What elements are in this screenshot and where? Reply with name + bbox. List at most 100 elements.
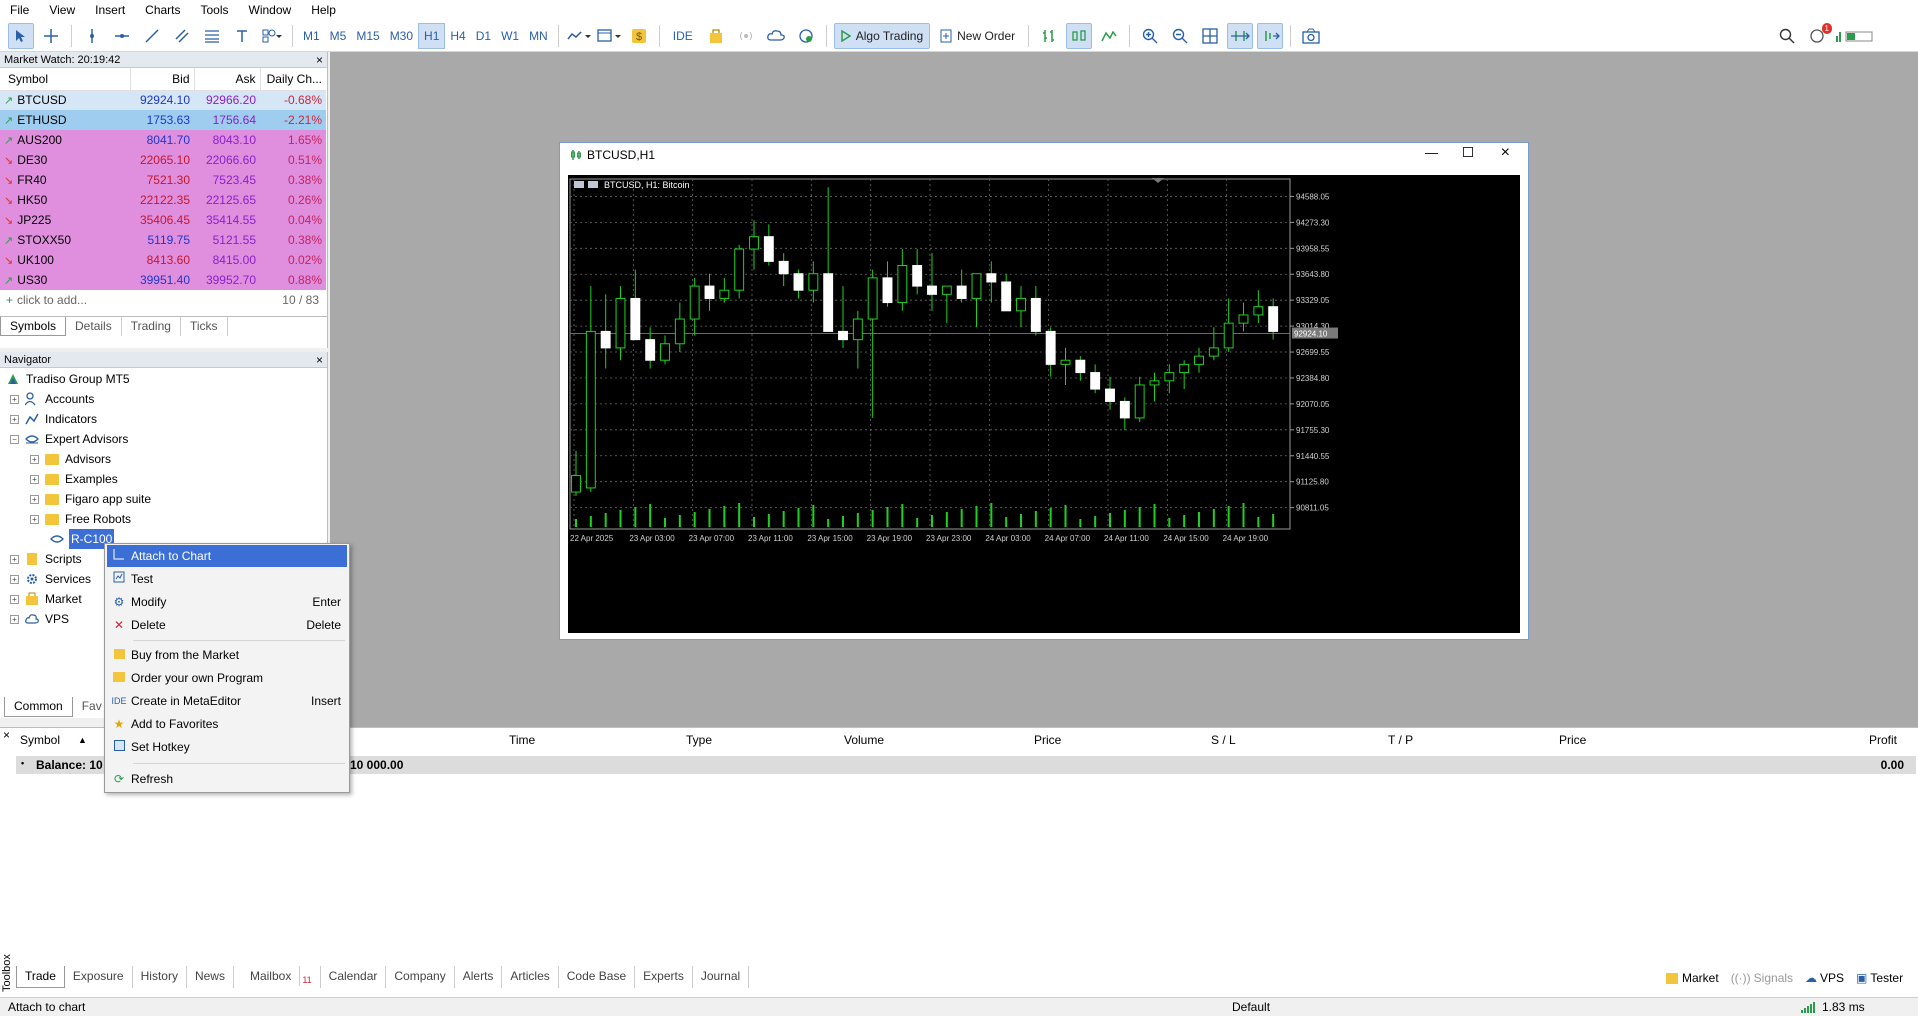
tab-calendar[interactable]: Calendar xyxy=(321,966,387,988)
column-header[interactable]: Symbol xyxy=(0,68,131,91)
add-symbol-row[interactable]: + click to add... 10 / 83 xyxy=(0,290,327,310)
channel-icon[interactable] xyxy=(169,23,195,49)
column-header[interactable]: Daily Ch... xyxy=(260,68,326,91)
expand-icon[interactable]: + xyxy=(30,454,39,464)
column-header[interactable]: Type xyxy=(686,733,712,747)
menu-item-test[interactable]: Test xyxy=(107,568,347,590)
tf-w1[interactable]: W1 xyxy=(496,23,524,49)
screenshot-icon[interactable] xyxy=(1298,23,1324,49)
close-icon[interactable]: × xyxy=(316,52,323,68)
signals-icon[interactable] xyxy=(733,23,759,49)
cloud-icon[interactable] xyxy=(763,23,789,49)
expand-icon[interactable]: + xyxy=(10,614,19,624)
chart-shift-icon[interactable] xyxy=(1257,22,1284,49)
vps-button[interactable]: ☁ VPS xyxy=(1805,971,1844,985)
column-header[interactable]: Time xyxy=(509,733,535,747)
table-row[interactable]: ↗ ETHUSD 1753.63 1756.64 -2.21% xyxy=(0,110,326,130)
line-chart-icon[interactable] xyxy=(1096,23,1122,49)
dollar-icon[interactable]: $ xyxy=(626,23,652,49)
nav-item-examples[interactable]: + Examples xyxy=(30,469,118,489)
tab-news[interactable]: News xyxy=(187,966,234,988)
new-order-button[interactable]: New Order xyxy=(934,23,1021,49)
menu-item-buy-from-market[interactable]: Buy from the Market xyxy=(107,644,347,666)
column-header[interactable]: Profit xyxy=(1869,733,1897,747)
table-row[interactable]: ↘ FR40 7521.30 7523.45 0.38% xyxy=(0,170,326,190)
tf-d1[interactable]: D1 xyxy=(471,23,496,49)
nav-item-advisors[interactable]: + Advisors xyxy=(30,449,111,469)
expand-icon[interactable]: + xyxy=(10,574,19,584)
close-icon[interactable]: × xyxy=(316,352,323,368)
menu-view[interactable]: View xyxy=(39,0,85,20)
expand-icon[interactable]: + xyxy=(30,494,39,504)
nav-item-indicators[interactable]: + Indicators xyxy=(10,409,97,429)
menu-item-set-hotkey[interactable]: Set Hotkey xyxy=(107,736,347,758)
menu-item-create-in-metaeditor[interactable]: IDE Create in MetaEditor Insert xyxy=(107,690,347,712)
collapse-icon[interactable]: − xyxy=(10,434,19,444)
expand-icon[interactable]: + xyxy=(10,594,19,604)
close-icon[interactable]: × xyxy=(1501,144,1510,162)
column-header[interactable]: Symbol xyxy=(20,733,60,747)
tab-ticks[interactable]: Ticks xyxy=(181,317,228,336)
table-row[interactable]: ↗ US30 39951.40 39952.70 0.88% xyxy=(0,270,326,290)
tab-common[interactable]: Common xyxy=(4,697,73,717)
nav-item-expert-advisors[interactable]: − Expert Advisors xyxy=(10,429,128,449)
vertical-line-icon[interactable] xyxy=(79,23,105,49)
nav-item-scripts[interactable]: + Scripts xyxy=(10,549,82,569)
expand-icon[interactable]: + xyxy=(30,514,39,524)
table-row[interactable]: ↘ JP225 35406.45 35414.55 0.04% xyxy=(0,210,326,230)
tab-articles[interactable]: Articles xyxy=(502,966,559,988)
menu-item-add-to-favorites[interactable]: ★ Add to Favorites xyxy=(107,713,347,735)
nav-item-figaro[interactable]: + Figaro app suite xyxy=(30,489,151,509)
algo-trading-button[interactable]: Algo Trading xyxy=(833,22,931,49)
tf-m5[interactable]: M5 xyxy=(325,23,352,49)
ide-button[interactable]: IDE xyxy=(667,23,699,49)
horizontal-line-icon[interactable] xyxy=(109,23,135,49)
table-row[interactable]: ↘ DE30 22065.10 22066.60 0.51% xyxy=(0,150,326,170)
indicators-icon[interactable] xyxy=(566,23,592,49)
tab-trade[interactable]: Trade xyxy=(16,966,65,988)
tab-symbols[interactable]: Symbols xyxy=(0,317,67,336)
tab-alerts[interactable]: Alerts xyxy=(455,966,503,988)
expand-icon[interactable]: + xyxy=(10,414,19,424)
menu-help[interactable]: Help xyxy=(301,0,346,20)
tf-m1[interactable]: M1 xyxy=(298,23,325,49)
ping-status[interactable]: 1.83 ms xyxy=(1800,1000,1865,1014)
close-icon[interactable]: × xyxy=(3,728,10,742)
crosshair-icon[interactable] xyxy=(38,23,64,49)
column-header[interactable]: Price xyxy=(1559,733,1586,747)
menu-item-order-program[interactable]: Order your own Program xyxy=(107,667,347,689)
tf-mn[interactable]: MN xyxy=(524,23,553,49)
menu-window[interactable]: Window xyxy=(239,0,302,20)
menu-item-attach-to-chart[interactable]: Attach to Chart xyxy=(107,545,347,567)
tf-m15[interactable]: M15 xyxy=(351,23,384,49)
text-icon[interactable] xyxy=(229,23,255,49)
candlestick-chart[interactable]: 94588.05 94273.30 93958.55 93643.80 93329.05… xyxy=(568,175,1520,633)
vps-globe-icon[interactable] xyxy=(793,23,819,49)
chart-window-titlebar[interactable]: BTCUSD,H1 — × xyxy=(560,143,1528,167)
nav-item-market[interactable]: + Market xyxy=(10,589,82,609)
chart-window[interactable]: BTCUSD,H1 — × 94588.05 94273.30 93958.55 93… xyxy=(559,142,1529,640)
notifications-icon[interactable]: 1 xyxy=(1804,23,1832,49)
search-icon[interactable] xyxy=(1774,23,1800,49)
zoom-out-icon[interactable] xyxy=(1167,23,1193,49)
column-header[interactable]: Bid xyxy=(130,68,195,91)
menu-item-modify[interactable]: ⚙ Modify Enter xyxy=(107,591,347,613)
column-header[interactable]: Volume xyxy=(844,733,884,747)
nav-item-services[interactable]: + Services xyxy=(10,569,91,589)
nav-item-accounts[interactable]: + Accounts xyxy=(10,389,94,409)
candlestick-icon[interactable] xyxy=(1066,22,1093,49)
nav-root[interactable]: Tradiso Group MT5 xyxy=(6,369,130,389)
bar-chart-icon[interactable] xyxy=(1036,23,1062,49)
shapes-icon[interactable] xyxy=(259,23,285,49)
profile-name[interactable]: Default xyxy=(1232,1000,1270,1014)
templates-icon[interactable] xyxy=(596,23,622,49)
maximize-icon[interactable] xyxy=(1463,147,1473,157)
column-header[interactable]: S / L xyxy=(1211,733,1236,747)
tab-company[interactable]: Company xyxy=(386,966,455,988)
table-row[interactable]: ↘ UK100 8413.60 8415.00 0.02% xyxy=(0,250,326,270)
signals-button[interactable]: ((·)) Signals xyxy=(1731,971,1793,985)
expand-icon[interactable]: + xyxy=(10,394,19,404)
expand-icon[interactable]: + xyxy=(30,474,39,484)
cursor-icon[interactable] xyxy=(8,22,34,49)
market-bag-icon[interactable] xyxy=(703,23,729,49)
